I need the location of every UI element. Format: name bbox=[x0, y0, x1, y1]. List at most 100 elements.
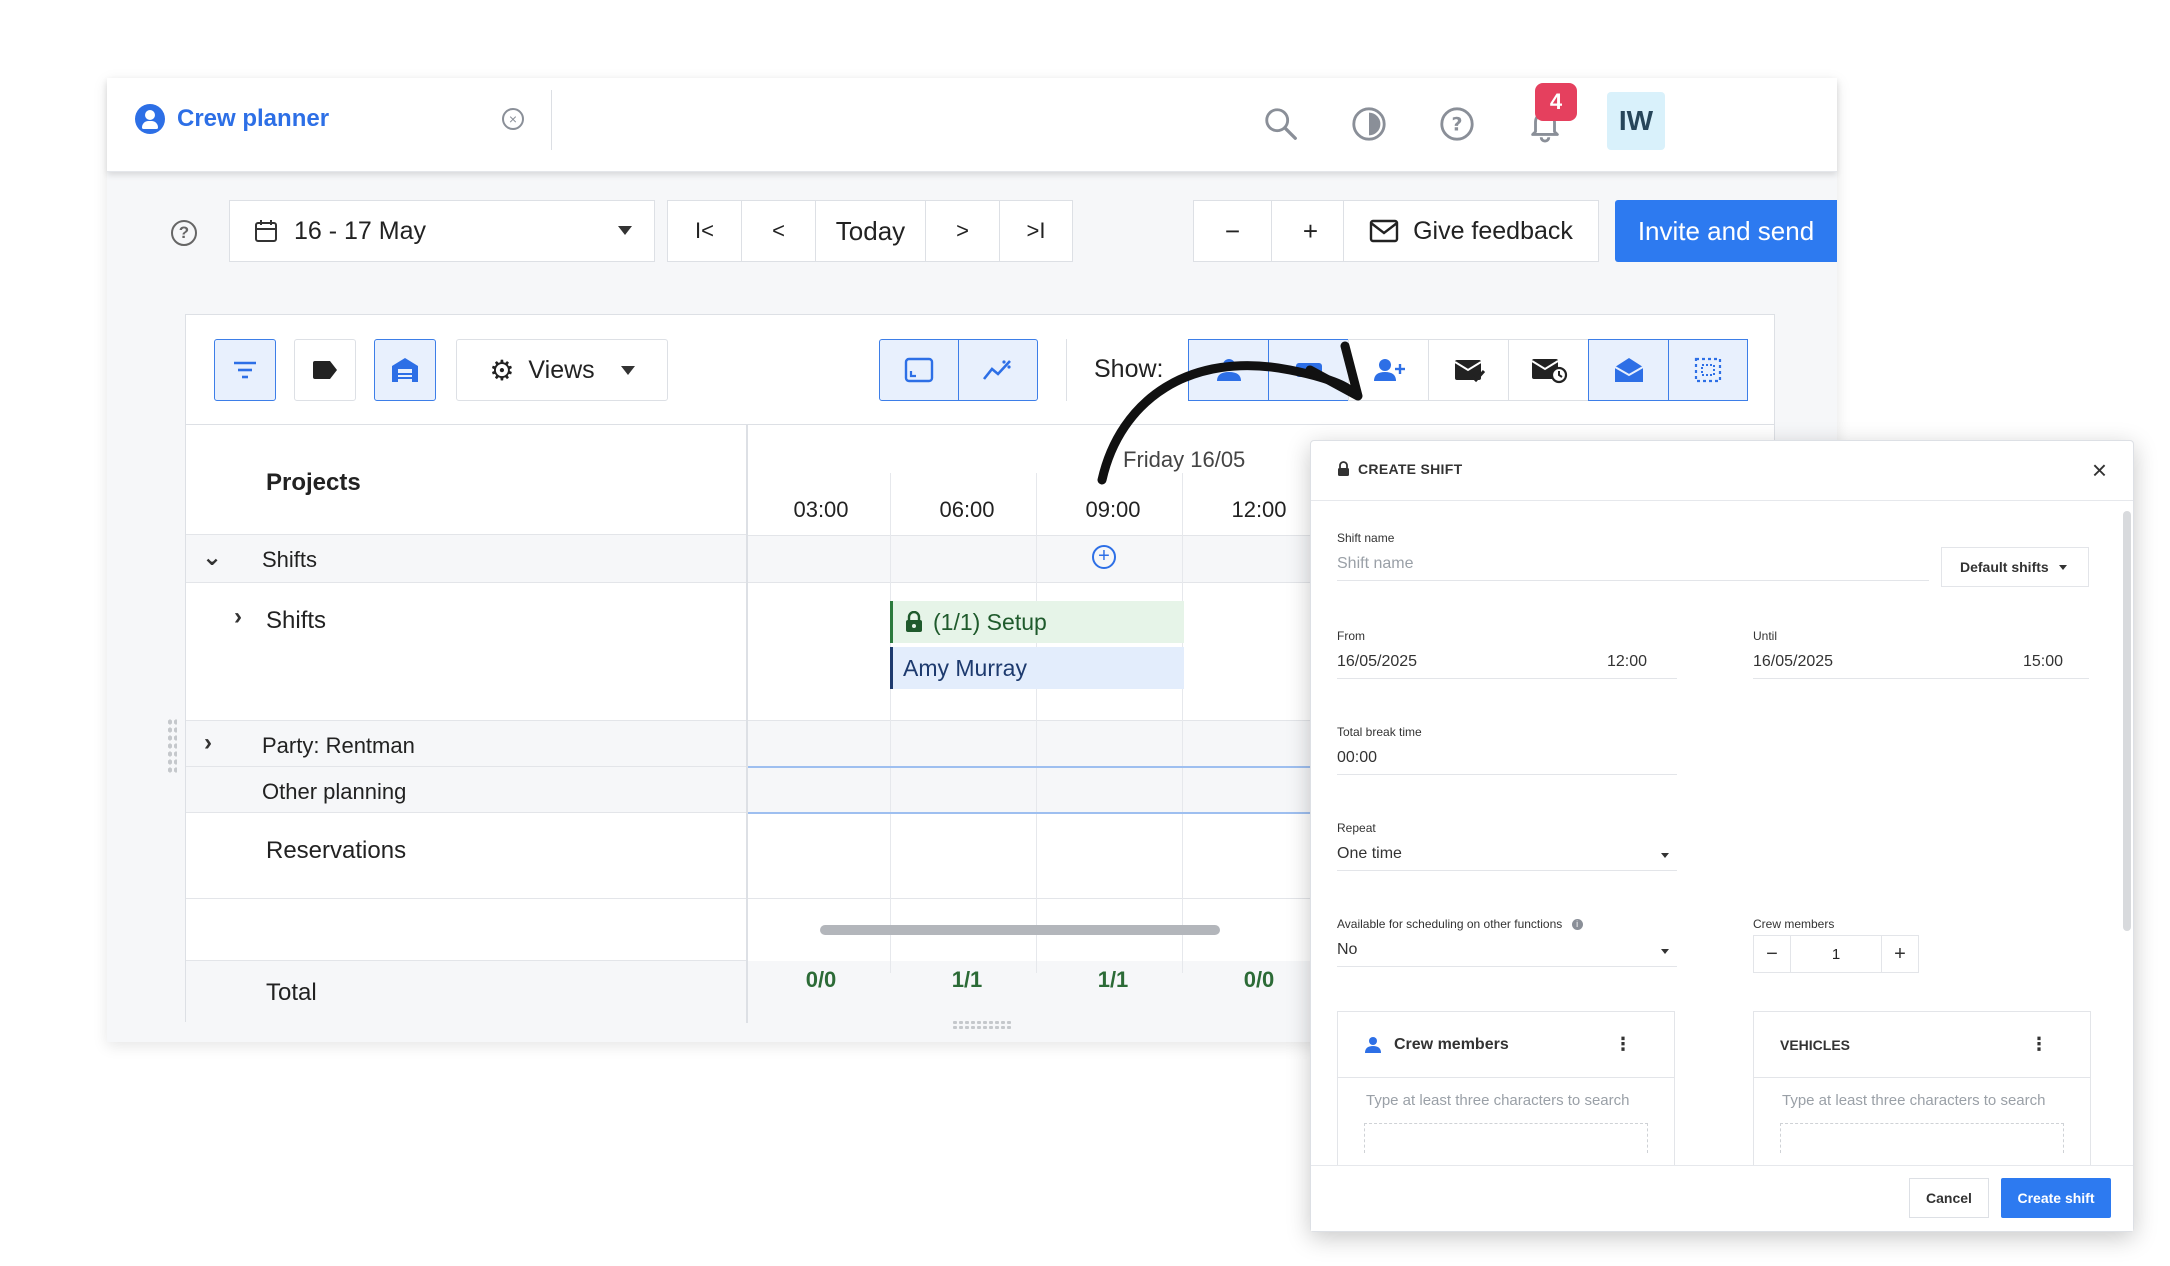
default-shifts-dropdown[interactable]: Default shifts bbox=[1941, 547, 2089, 587]
give-feedback-button[interactable]: Give feedback bbox=[1343, 200, 1599, 262]
help-icon[interactable]: ? bbox=[171, 220, 197, 246]
empty-row bbox=[186, 899, 746, 961]
until-time-input[interactable]: 15:00 bbox=[1993, 647, 2089, 679]
invite-and-send-button[interactable]: Invite and send bbox=[1615, 200, 1837, 262]
date-range-picker[interactable]: 16 - 17 May bbox=[229, 200, 655, 262]
toggle-selection[interactable] bbox=[1668, 339, 1748, 401]
chevron-down-icon[interactable]: ⌄ bbox=[202, 543, 222, 572]
tab-title: Crew planner bbox=[177, 105, 330, 132]
tab-divider bbox=[551, 90, 552, 150]
notification-badge: 4 bbox=[1535, 83, 1577, 121]
help-icon[interactable]: ? bbox=[1433, 100, 1481, 148]
planner-toolbar: ? 16 - 17 May I< < Today > >I − + Give f… bbox=[107, 200, 1837, 266]
person-bar[interactable]: Amy Murray bbox=[890, 647, 1184, 689]
vehicles-search-input[interactable]: Type at least three characters to search bbox=[1754, 1078, 2090, 1109]
resize-handle-horizontal[interactable] bbox=[952, 1020, 1012, 1030]
decrement-button[interactable]: − bbox=[1754, 936, 1790, 972]
time-label: 03:00 bbox=[793, 497, 849, 522]
add-shift-icon[interactable]: + bbox=[1092, 545, 1116, 569]
cancel-button[interactable]: Cancel bbox=[1909, 1178, 1989, 1218]
modal-scrollbar[interactable] bbox=[2123, 511, 2131, 931]
zoom-in-button[interactable]: + bbox=[1271, 200, 1349, 262]
crew-search-input[interactable]: Type at least three characters to search bbox=[1338, 1078, 1674, 1109]
theme-contrast-icon[interactable] bbox=[1345, 100, 1393, 148]
reservations-label: Reservations bbox=[266, 837, 407, 864]
last-page-icon: >I bbox=[1026, 218, 1046, 243]
avatar[interactable]: IW bbox=[1607, 92, 1665, 150]
user-add-icon bbox=[1373, 359, 1405, 381]
last-page-button[interactable]: >I bbox=[999, 200, 1073, 262]
from-date-input[interactable]: 16/05/2025 bbox=[1337, 647, 1577, 679]
close-circle-icon[interactable]: × bbox=[502, 108, 524, 130]
from-time-input[interactable]: 12:00 bbox=[1577, 647, 1677, 679]
resize-handle[interactable] bbox=[167, 718, 177, 774]
increment-button[interactable]: + bbox=[1882, 936, 1918, 972]
envelope-icon bbox=[1369, 219, 1399, 243]
until-label: Until bbox=[1753, 629, 1778, 643]
views-dropdown[interactable]: ⚙ Views bbox=[456, 339, 668, 401]
tag-icon bbox=[313, 361, 337, 379]
date-range-label: 16 - 17 May bbox=[294, 216, 427, 245]
filter-button[interactable] bbox=[214, 339, 276, 401]
toggle-confirmed-mail[interactable] bbox=[1428, 339, 1508, 401]
zoom-out-button[interactable]: − bbox=[1193, 200, 1271, 262]
total-label: Total bbox=[266, 979, 317, 1006]
party-label: Party: Rentman bbox=[262, 733, 415, 758]
tools-divider bbox=[1066, 339, 1067, 401]
mail-check-icon bbox=[1453, 360, 1485, 383]
create-shift-button[interactable]: Create shift bbox=[2001, 1178, 2111, 1218]
warehouse-button[interactable] bbox=[374, 339, 436, 401]
today-button[interactable]: Today bbox=[815, 200, 925, 262]
grid-line bbox=[1182, 473, 1183, 973]
give-feedback-label: Give feedback bbox=[1413, 216, 1573, 245]
plus-icon: + bbox=[1302, 215, 1319, 246]
first-page-button[interactable]: I< bbox=[667, 200, 741, 262]
grid-line bbox=[890, 473, 891, 973]
crew-panel-title: Crew members bbox=[1394, 1035, 1509, 1053]
trend-button[interactable] bbox=[958, 339, 1038, 401]
tab-crew-planner[interactable]: Crew planner bbox=[135, 104, 329, 134]
available-select[interactable]: No bbox=[1337, 935, 1677, 967]
until-date-input[interactable]: 16/05/2025 bbox=[1753, 647, 1993, 679]
repeat-label: Repeat bbox=[1337, 821, 1376, 835]
toggle-opened-mail[interactable] bbox=[1588, 339, 1668, 401]
break-time-input[interactable]: 00:00 bbox=[1337, 743, 1677, 775]
shifts-sub-row[interactable]: › Shifts bbox=[186, 583, 746, 721]
gear-icon: ⚙ bbox=[489, 354, 515, 386]
chevron-right-icon[interactable]: › bbox=[234, 603, 242, 631]
shifts-group-row[interactable]: ⌄ Shifts bbox=[186, 535, 746, 583]
time-label: 09:00 bbox=[1085, 497, 1141, 522]
default-shifts-label: Default shifts bbox=[1960, 559, 2049, 575]
tag-button[interactable] bbox=[294, 339, 356, 401]
create-shift-modal: CREATE SHIFT × Shift name Shift name Def… bbox=[1310, 440, 2134, 1232]
shift-bar[interactable]: (1/1) Setup bbox=[890, 601, 1184, 643]
crew-count-stepper: − 1 + bbox=[1753, 935, 1919, 973]
kebab-menu-icon[interactable]: ⋮ bbox=[2030, 1034, 2048, 1055]
info-icon[interactable]: i bbox=[1571, 919, 1583, 931]
shift-name-input[interactable]: Shift name bbox=[1337, 549, 1929, 581]
fit-view-button[interactable] bbox=[879, 339, 959, 401]
select-area-icon bbox=[1694, 357, 1722, 383]
mail-open-icon bbox=[1614, 358, 1643, 382]
shift-bar-label: (1/1) Setup bbox=[933, 608, 1047, 635]
lock-icon bbox=[906, 611, 922, 632]
today-label: Today bbox=[835, 215, 906, 246]
next-button[interactable]: > bbox=[925, 200, 999, 262]
shifts-sub-label: Shifts bbox=[266, 607, 327, 634]
kebab-menu-icon[interactable]: ⋮ bbox=[1614, 1034, 1632, 1055]
crew-count-value[interactable]: 1 bbox=[1790, 936, 1882, 972]
party-row[interactable]: › Party: Rentman bbox=[186, 721, 746, 767]
crew-panel-header: Crew members ⋮ bbox=[1338, 1012, 1674, 1078]
chevron-right-icon[interactable]: › bbox=[204, 729, 212, 757]
horizontal-scrollbar[interactable] bbox=[820, 925, 1220, 935]
toggle-pending-mail[interactable] bbox=[1508, 339, 1588, 401]
search-icon[interactable] bbox=[1257, 100, 1305, 148]
vehicles-panel-header: VEHICLES ⋮ bbox=[1754, 1012, 2090, 1078]
lock-icon bbox=[1338, 461, 1349, 476]
available-label: Available for scheduling on other functi… bbox=[1337, 917, 1583, 931]
close-icon[interactable]: × bbox=[2092, 455, 2107, 486]
available-value: No bbox=[1337, 941, 1358, 958]
user-circle-icon bbox=[135, 104, 165, 134]
prev-button[interactable]: < bbox=[741, 200, 815, 262]
repeat-select[interactable]: One time bbox=[1337, 839, 1677, 871]
